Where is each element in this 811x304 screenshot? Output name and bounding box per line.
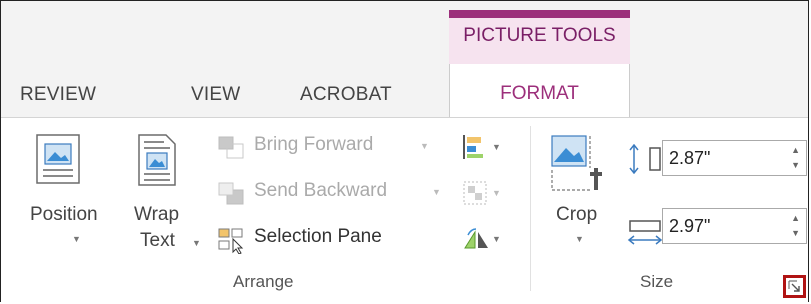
rotate-icon: [464, 228, 488, 249]
group-dropdown-icon: ▼: [492, 188, 501, 198]
position-label: Position: [30, 204, 98, 225]
rotate-dropdown-icon: ▼: [492, 234, 501, 244]
selection-pane-icon: [218, 228, 244, 254]
position-icon: [36, 134, 80, 184]
align-dropdown-icon: ▼: [492, 142, 501, 152]
crop-icon: [551, 135, 602, 191]
crop-dropdown-icon: ▼: [575, 234, 584, 244]
group-icon: [463, 181, 487, 205]
position-button[interactable]: Position ▼: [30, 130, 100, 265]
send-backward-label: Send Backward: [254, 180, 388, 201]
wrap-text-label-line1: Wrap: [134, 204, 180, 225]
size-dialog-launcher-button[interactable]: [783, 275, 806, 298]
bring-forward-icon: [218, 136, 244, 159]
height-value: 2.87": [669, 148, 711, 168]
send-backward-icon: [218, 182, 244, 205]
height-spin-up-icon[interactable]: ▲: [791, 145, 800, 155]
width-spin-down-icon[interactable]: ▼: [791, 228, 800, 238]
dialog-launcher-icon: [788, 280, 800, 292]
tab-format-label: FORMAT: [500, 83, 579, 104]
crop-button[interactable]: Crop ▼: [548, 130, 618, 265]
width-icon: [627, 220, 663, 245]
height-spin-down-icon[interactable]: ▼: [791, 160, 800, 170]
align-button[interactable]: ▼: [462, 134, 512, 162]
width-input[interactable]: 2.97" ▲ ▼: [662, 208, 807, 244]
align-icon: [463, 135, 483, 159]
size-group-label: Size: [640, 272, 674, 291]
send-backward-dropdown-icon: ▼: [432, 187, 441, 197]
picture-tools-label: PICTURE TOOLS: [463, 25, 616, 46]
wrap-text-label-line2: Text: [140, 230, 175, 251]
tab-format[interactable]: FORMAT: [449, 64, 630, 118]
wrap-text-button[interactable]: Wrap Text ▼: [132, 130, 207, 265]
crop-label: Crop: [556, 204, 598, 225]
wrap-text-icon: [138, 134, 176, 186]
width-spin-up-icon[interactable]: ▲: [791, 213, 800, 223]
width-value: 2.97": [669, 216, 711, 236]
position-dropdown-icon: ▼: [72, 234, 81, 244]
bring-forward-dropdown-icon: ▼: [420, 141, 429, 151]
arrange-group-label: Arrange: [233, 272, 294, 291]
selection-pane-label: Selection Pane: [254, 226, 382, 247]
tab-view[interactable]: VIEW: [191, 84, 240, 106]
tab-acrobat[interactable]: ACROBAT: [300, 84, 392, 106]
arrange-size-separator: [530, 126, 531, 291]
rotate-button[interactable]: ▼: [462, 226, 512, 254]
height-icon: [629, 144, 661, 174]
group-button[interactable]: ▼: [462, 180, 512, 208]
picture-tools-accent: [449, 10, 630, 18]
bring-forward-label: Bring Forward: [254, 134, 374, 155]
tab-strip: [1, 1, 808, 117]
tab-review[interactable]: REVIEW: [20, 84, 96, 106]
ribbon-divider: [1, 117, 808, 118]
height-input[interactable]: 2.87" ▲ ▼: [662, 140, 807, 176]
wrap-text-dropdown-icon: ▼: [192, 238, 201, 248]
